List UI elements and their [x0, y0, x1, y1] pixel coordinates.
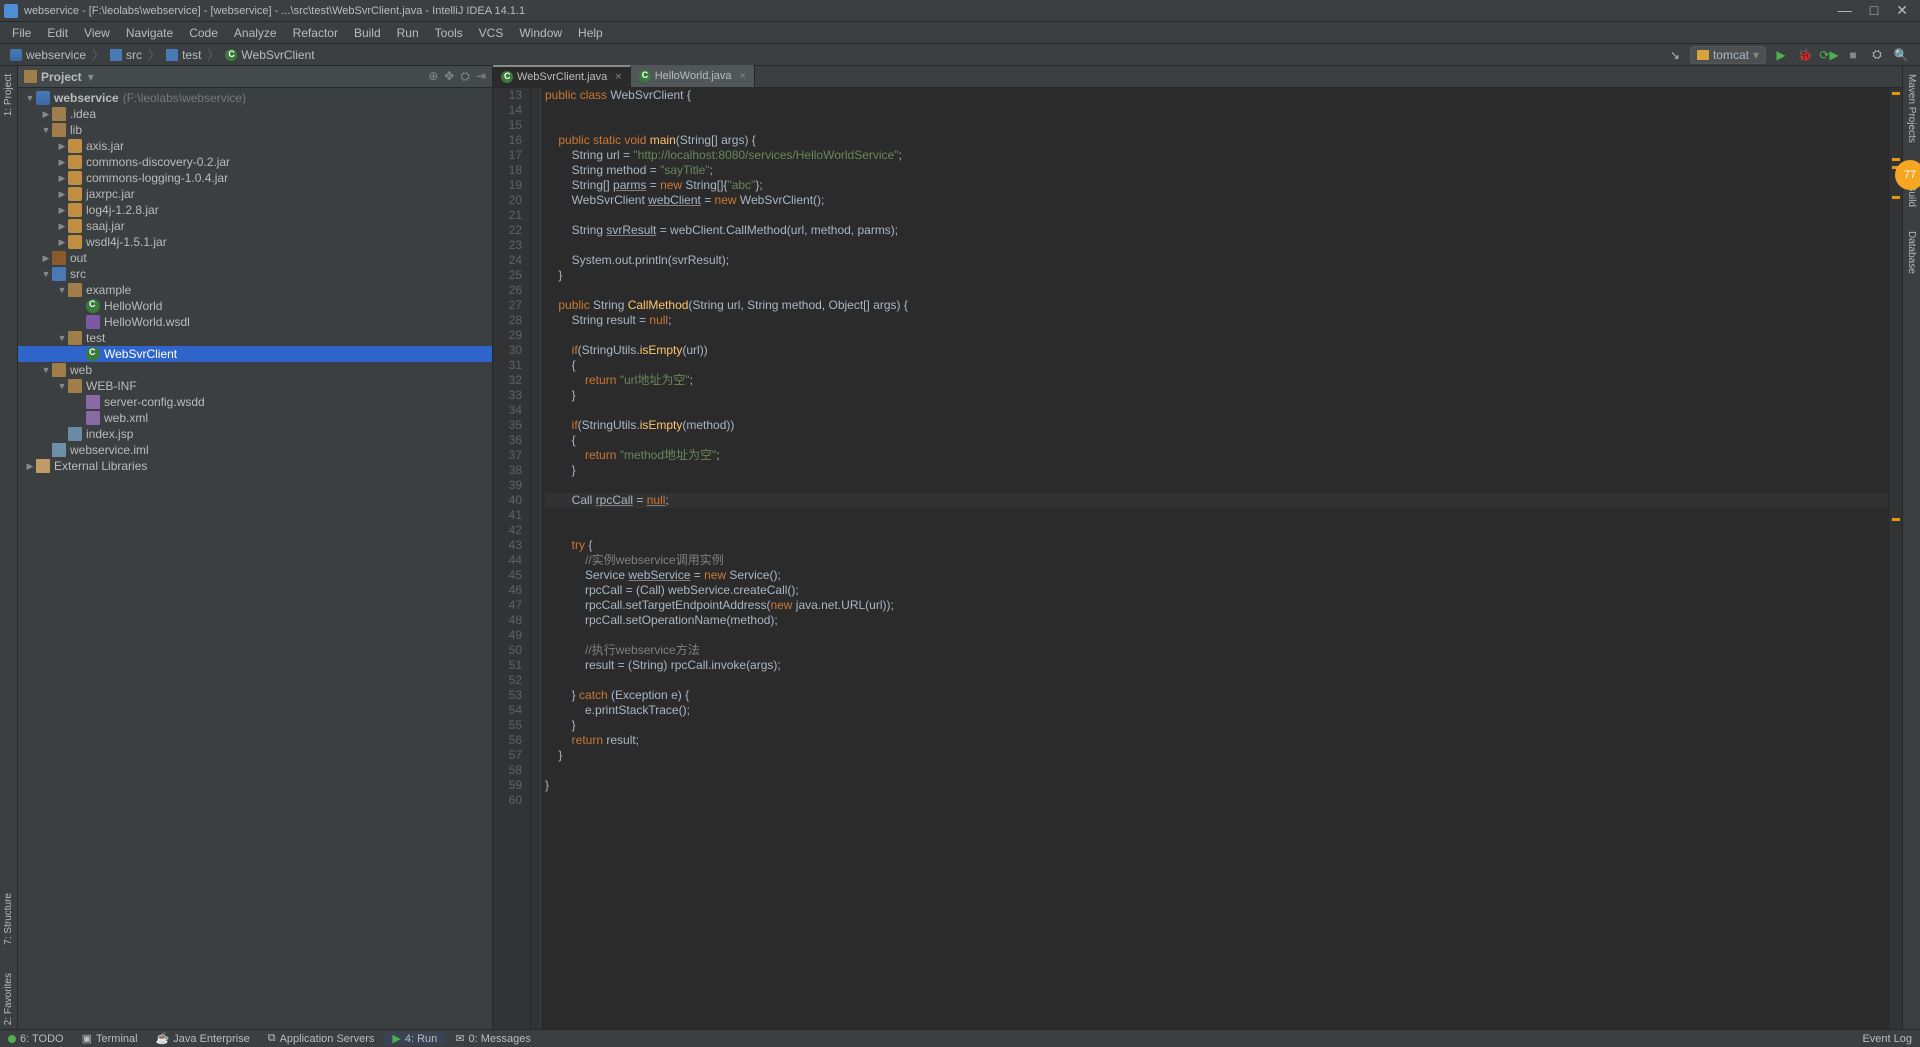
left-tab-project[interactable]: 1: Project	[1, 70, 16, 120]
close-button[interactable]: ✕	[1896, 2, 1908, 19]
project-tree[interactable]: webservice(F:\leolabs\webservice) .idea …	[18, 88, 492, 1029]
maximize-button[interactable]: □	[1870, 2, 1878, 19]
status-bar: 6: TODO ▣Terminal ☕Java Enterprise ⧉Appl…	[0, 1029, 1920, 1047]
run-button[interactable]: ▶	[1772, 46, 1790, 64]
tree-webinf[interactable]: WEB-INF	[18, 378, 492, 394]
run-configuration-combo[interactable]: tomcat ▾	[1690, 46, 1766, 64]
editor-tabs: WebSvrClient.java × HelloWorld.java ×	[493, 66, 1902, 88]
scroll-from-source-button[interactable]: ✥	[444, 69, 454, 84]
status-tab-terminal[interactable]: ▣Terminal	[74, 1032, 146, 1045]
menu-edit[interactable]: Edit	[39, 24, 76, 42]
tree-websvrclient[interactable]: WebSvrClient	[18, 346, 492, 362]
right-tab-database[interactable]: Database	[1904, 227, 1919, 278]
tree-helloworld-wsdl[interactable]: HelloWorld.wsdl	[18, 314, 492, 330]
fold-gutter[interactable]	[531, 88, 541, 1029]
menu-run[interactable]: Run	[389, 24, 427, 42]
breadcrumb-src[interactable]: src	[104, 48, 148, 62]
minimize-button[interactable]: —	[1838, 2, 1852, 19]
rerun-button[interactable]: ⟳▶	[1820, 46, 1838, 64]
java-class-icon	[501, 71, 513, 83]
tree-web[interactable]: web	[18, 362, 492, 378]
panel-settings-button[interactable]: ⛭	[460, 69, 470, 84]
line-number-gutter: 1314151617181920212223242526272829303132…	[493, 88, 531, 1029]
tree-jar[interactable]: commons-logging-1.0.4.jar	[18, 170, 492, 186]
breadcrumb-test[interactable]: test	[160, 48, 207, 62]
tree-src[interactable]: src	[18, 266, 492, 282]
editor-body[interactable]: 1314151617181920212223242526272829303132…	[493, 88, 1902, 1029]
window-controls: — □ ✕	[1838, 2, 1908, 19]
right-tab-maven[interactable]: Maven Projects	[1904, 70, 1919, 147]
tree-webxml[interactable]: web.xml	[18, 410, 492, 426]
menu-code[interactable]: Code	[181, 24, 226, 42]
menu-file[interactable]: File	[4, 24, 39, 42]
status-tab-appservers[interactable]: ⧉Application Servers	[260, 1032, 383, 1045]
right-tool-stripe: Maven Projects Ant Build Database	[1902, 66, 1920, 1029]
tree-jar[interactable]: commons-discovery-0.2.jar	[18, 154, 492, 170]
project-panel-title: Project	[41, 70, 82, 84]
navigation-bar: webservice 〉 src 〉 test 〉 WebSvrClient ↘…	[0, 44, 1920, 66]
code-area[interactable]: public class WebSvrClient { public stati…	[541, 88, 1888, 1029]
collapse-all-button[interactable]: ⊕	[428, 69, 438, 84]
menu-vcs[interactable]: VCS	[471, 24, 512, 42]
status-tab-todo[interactable]: 6: TODO	[0, 1032, 72, 1045]
notification-badge[interactable]: 77	[1895, 160, 1920, 190]
tree-jar[interactable]: wsdl4j-1.5.1.jar	[18, 234, 492, 250]
tree-jar[interactable]: jaxrpc.jar	[18, 186, 492, 202]
tree-jar[interactable]: saaj.jar	[18, 218, 492, 234]
project-panel-header: Project ▾ ⊕ ✥ ⛭ ⇥	[18, 66, 492, 88]
project-tool-window: Project ▾ ⊕ ✥ ⛭ ⇥ webservice(F:\leolabs\…	[18, 66, 493, 1029]
left-tab-favorites[interactable]: 2: Favorites	[1, 969, 16, 1029]
editor-tab-websvrclient[interactable]: WebSvrClient.java ×	[493, 65, 631, 87]
project-view-combo[interactable]: ▾	[88, 70, 94, 84]
close-tab-icon[interactable]: ×	[615, 71, 621, 83]
tree-indexjsp[interactable]: index.jsp	[18, 426, 492, 442]
tree-module-root[interactable]: webservice(F:\leolabs\webservice)	[18, 90, 492, 106]
debug-button[interactable]: 🐞	[1796, 46, 1814, 64]
window-title: webservice - [F:\leolabs\webservice] - […	[24, 5, 1838, 17]
tree-server-config[interactable]: server-config.wsdd	[18, 394, 492, 410]
stop-button[interactable]: ■	[1844, 46, 1862, 64]
menu-navigate[interactable]: Navigate	[118, 24, 181, 42]
tree-example[interactable]: example	[18, 282, 492, 298]
tree-lib[interactable]: lib	[18, 122, 492, 138]
close-tab-icon[interactable]: ×	[740, 70, 746, 82]
status-tab-run[interactable]: ▶4: Run	[384, 1032, 445, 1045]
menubar: File Edit View Navigate Code Analyze Ref…	[0, 22, 1920, 44]
editor-area: WebSvrClient.java × HelloWorld.java × 13…	[493, 66, 1902, 1029]
java-class-icon	[639, 70, 651, 82]
tree-helloworld[interactable]: HelloWorld	[18, 298, 492, 314]
event-log-button[interactable]: Event Log	[1862, 1033, 1912, 1045]
tree-out[interactable]: out	[18, 250, 492, 266]
tree-iml[interactable]: webservice.iml	[18, 442, 492, 458]
menu-refactor[interactable]: Refactor	[285, 24, 346, 42]
menu-build[interactable]: Build	[346, 24, 389, 42]
hide-panel-button[interactable]: ⇥	[476, 69, 486, 84]
tree-jar[interactable]: axis.jar	[18, 138, 492, 154]
make-button[interactable]: ↘	[1666, 46, 1684, 64]
status-tab-messages[interactable]: ✉0: Messages	[447, 1032, 539, 1045]
status-tab-javaee[interactable]: ☕Java Enterprise	[148, 1032, 258, 1045]
app-logo-icon	[4, 4, 18, 18]
error-stripe[interactable]	[1888, 88, 1902, 1029]
breadcrumb-file[interactable]: WebSvrClient	[219, 48, 320, 62]
tree-jar[interactable]: log4j-1.2.8.jar	[18, 202, 492, 218]
titlebar: webservice - [F:\leolabs\webservice] - […	[0, 0, 1920, 22]
settings-button[interactable]: ⛭	[1868, 46, 1886, 64]
editor-tab-helloworld[interactable]: HelloWorld.java ×	[631, 65, 755, 87]
menu-tools[interactable]: Tools	[427, 24, 471, 42]
menu-window[interactable]: Window	[511, 24, 570, 42]
left-tab-structure[interactable]: 7: Structure	[1, 889, 16, 949]
left-tool-stripe: 1: Project 7: Structure 2: Favorites	[0, 66, 18, 1029]
main-area: 1: Project 7: Structure 2: Favorites Pro…	[0, 66, 1920, 1029]
tomcat-icon	[1697, 50, 1709, 60]
search-everywhere-button[interactable]: 🔍	[1892, 46, 1910, 64]
menu-help[interactable]: Help	[570, 24, 611, 42]
menu-view[interactable]: View	[76, 24, 118, 42]
breadcrumb-root[interactable]: webservice	[4, 48, 92, 62]
tree-test[interactable]: test	[18, 330, 492, 346]
menu-analyze[interactable]: Analyze	[226, 24, 285, 42]
tree-external-libs[interactable]: External Libraries	[18, 458, 492, 474]
tree-idea[interactable]: .idea	[18, 106, 492, 122]
